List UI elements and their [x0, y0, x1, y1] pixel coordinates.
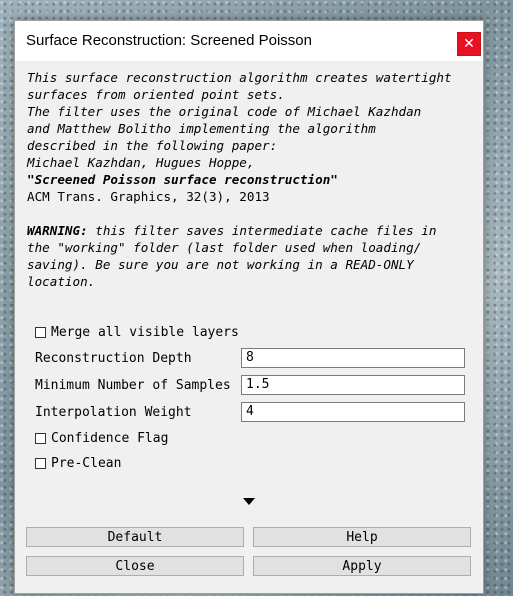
min-samples-row: Minimum Number of Samples: [35, 374, 231, 396]
help-button[interactable]: Help: [253, 527, 471, 547]
warning-line: the "working" folder (last folder used w…: [27, 240, 422, 255]
pre-clean-row[interactable]: Pre-Clean: [35, 452, 121, 474]
warning-label: WARNING:: [27, 223, 88, 238]
expand-arrow-icon[interactable]: [243, 498, 255, 505]
min-samples-label: Minimum Number of Samples: [35, 377, 231, 393]
dialog-title: Surface Reconstruction: Screened Poisson: [26, 32, 312, 49]
default-button[interactable]: Default: [26, 527, 244, 547]
min-samples-input[interactable]: 1.5: [241, 375, 465, 395]
reconstruction-depth-row: Reconstruction Depth: [35, 347, 192, 369]
pre-clean-checkbox[interactable]: [35, 457, 46, 469]
description-line: and Matthew Bolitho implementing the alg…: [27, 121, 376, 136]
filter-dialog: Surface Reconstruction: Screened Poisson…: [14, 20, 484, 594]
confidence-flag-checkbox[interactable]: [35, 432, 46, 444]
interpolation-weight-input[interactable]: 4: [241, 402, 465, 422]
merge-layers-row[interactable]: Merge all visible layers: [35, 321, 239, 343]
close-button[interactable]: Close: [26, 556, 244, 576]
merge-layers-checkbox[interactable]: [35, 326, 46, 338]
description-line: described in the following paper:: [27, 138, 278, 153]
merge-layers-label: Merge all visible layers: [51, 324, 239, 340]
warning-line: saving). Be sure you are not working in …: [27, 257, 414, 272]
interpolation-weight-label: Interpolation Weight: [35, 404, 192, 420]
description-line: The filter uses the original code of Mic…: [27, 104, 422, 119]
interpolation-weight-row: Interpolation Weight: [35, 401, 192, 423]
dialog-titlebar: Surface Reconstruction: Screened Poisson…: [15, 21, 483, 61]
description-line: surfaces from oriented point sets.: [27, 87, 285, 102]
paper-title: "Screened Poisson surface reconstruction…: [27, 172, 338, 187]
filter-description: This surface reconstruction algorithm cr…: [27, 69, 477, 290]
confidence-flag-label: Confidence Flag: [51, 430, 169, 446]
warning-text: WARNING: this filter saves intermediate …: [27, 222, 477, 239]
close-icon[interactable]: ✕: [457, 32, 481, 56]
description-line: This surface reconstruction algorithm cr…: [27, 70, 452, 85]
reconstruction-depth-input[interactable]: 8: [241, 348, 465, 368]
warning-line: this filter saves intermediate cache fil…: [87, 223, 437, 238]
paper-citation: ACM Trans. Graphics, 32(3), 2013: [27, 189, 270, 204]
pre-clean-label: Pre-Clean: [51, 455, 122, 471]
confidence-flag-row[interactable]: Confidence Flag: [35, 427, 168, 449]
apply-button[interactable]: Apply: [253, 556, 471, 576]
warning-line: location.: [27, 274, 96, 289]
description-line: Michael Kazhdan, Hugues Hoppe,: [27, 155, 255, 170]
reconstruction-depth-label: Reconstruction Depth: [35, 350, 192, 366]
